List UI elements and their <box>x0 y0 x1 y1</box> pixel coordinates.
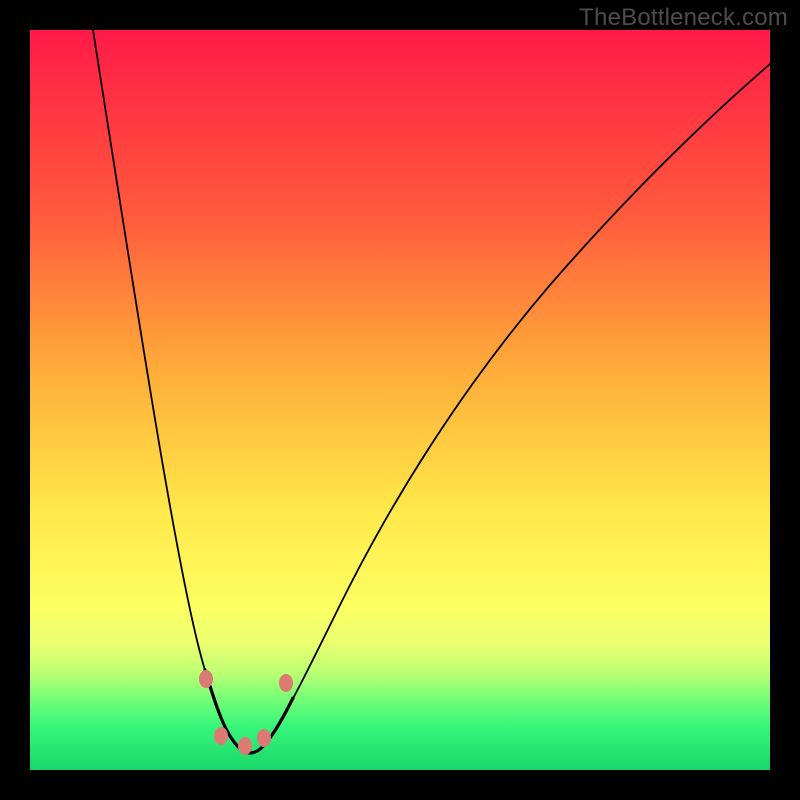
plot-area <box>30 30 770 770</box>
marker-point <box>199 670 213 688</box>
marker-point <box>257 729 271 747</box>
marker-point <box>279 674 293 692</box>
curve-layer <box>30 30 770 770</box>
chart-frame: TheBottleneck.com <box>0 0 800 800</box>
marker-point <box>238 737 252 755</box>
bottleneck-curve <box>93 30 770 753</box>
marker-point <box>214 727 228 745</box>
watermark-text: TheBottleneck.com <box>579 4 788 32</box>
